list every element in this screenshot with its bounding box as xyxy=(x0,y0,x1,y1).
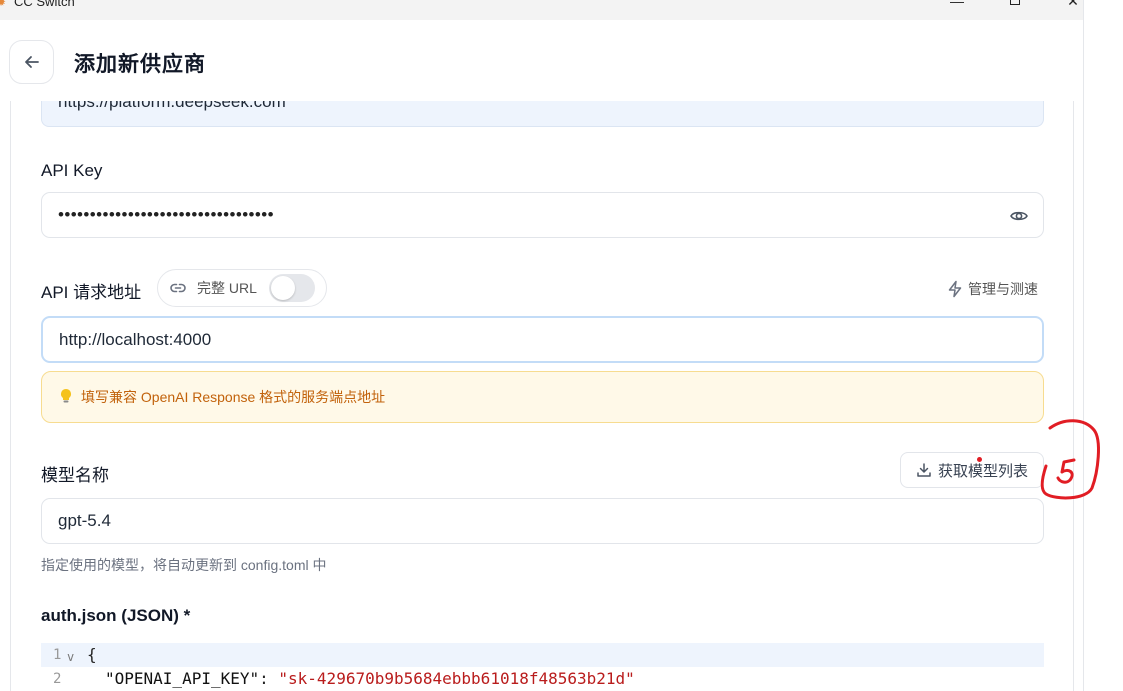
app-title: CC Switch xyxy=(14,0,75,9)
model-name-label: 模型名称 xyxy=(41,466,109,485)
model-name-input[interactable]: gpt-5.4 xyxy=(41,498,1044,544)
scroll-divider xyxy=(1083,0,1084,691)
json-separator: : xyxy=(259,669,279,688)
eye-icon[interactable] xyxy=(1009,206,1029,226)
annotation-dot xyxy=(977,457,982,462)
window-titlebar: ✹ CC Switch — ✕ xyxy=(0,0,1084,20)
code-text: "OPENAI_API_KEY": "sk-429670b9b5684ebbb6… xyxy=(105,667,635,691)
line-number: 1 xyxy=(53,647,62,663)
minimize-button[interactable]: — xyxy=(945,0,969,12)
api-endpoint-input[interactable]: http://localhost:4000 xyxy=(41,316,1044,363)
close-button[interactable]: ✕ xyxy=(1061,0,1085,12)
endpoint-hint-text: 填写兼容 OpenAI Response 格式的服务端点地址 xyxy=(81,389,386,405)
api-key-input[interactable]: •••••••••••••••••••••••••••••••••• xyxy=(41,192,1044,238)
manage-speedtest-label: 管理与测速 xyxy=(968,281,1038,297)
auth-json-editor[interactable]: 1 v { 2 "OPENAI_API_KEY": "sk-429670b9b5… xyxy=(41,643,1044,691)
model-helper-text: 指定使用的模型，将自动更新到 config.toml 中 xyxy=(41,557,327,573)
api-key-value: •••••••••••••••••••••••••••••••••• xyxy=(58,205,274,224)
lightning-icon xyxy=(948,280,962,298)
fetch-models-label: 获取模型列表 xyxy=(937,462,1028,480)
json-key: "OPENAI_API_KEY" xyxy=(105,669,260,688)
line-number: 2 xyxy=(53,671,62,687)
manage-speedtest-button[interactable]: 管理与测速 xyxy=(947,279,1038,299)
fold-chevron-icon[interactable]: v xyxy=(67,645,74,669)
code-line: 2 "OPENAI_API_KEY": "sk-429670b9b5684ebb… xyxy=(41,667,1044,691)
fetch-models-button[interactable]: 获取模型列表 xyxy=(900,452,1044,488)
page-title: 添加新供应商 xyxy=(74,53,206,76)
maximize-button[interactable] xyxy=(1003,0,1027,12)
endpoint-hint: 填写兼容 OpenAI Response 格式的服务端点地址 xyxy=(41,371,1044,423)
code-text: { xyxy=(87,645,97,664)
arrow-left-icon xyxy=(24,56,39,68)
download-icon xyxy=(917,463,931,477)
json-value: "sk-429670b9b5684ebbb61018f48563b21d" xyxy=(278,669,635,688)
back-button[interactable] xyxy=(9,40,54,84)
model-name-value: gpt-5.4 xyxy=(58,511,111,530)
form-panel: https://platform.deepseek.com API Key ••… xyxy=(10,101,1074,691)
api-endpoint-label: API 请求地址 xyxy=(41,283,142,302)
switch-knob xyxy=(271,276,295,300)
lightbulb-icon xyxy=(59,388,73,407)
full-url-switch[interactable] xyxy=(269,274,315,302)
maximize-icon xyxy=(1010,0,1020,5)
full-url-toggle-group[interactable]: 完整 URL xyxy=(157,269,327,307)
website-url-input[interactable]: https://platform.deepseek.com xyxy=(41,101,1044,127)
api-endpoint-value: http://localhost:4000 xyxy=(59,329,212,349)
full-url-label: 完整 URL xyxy=(197,280,257,296)
api-key-label: API Key xyxy=(41,161,103,180)
link-icon xyxy=(170,283,186,293)
page-header: 添加新供应商 xyxy=(0,20,1084,101)
handwritten-annotation: 5 xyxy=(1036,412,1100,500)
code-line: 1 v { xyxy=(41,643,1044,667)
annotation-text: 5 xyxy=(1036,412,1037,413)
app-logo-icon: ✹ xyxy=(0,0,7,9)
auth-json-label: auth.json (JSON) * xyxy=(41,606,191,625)
